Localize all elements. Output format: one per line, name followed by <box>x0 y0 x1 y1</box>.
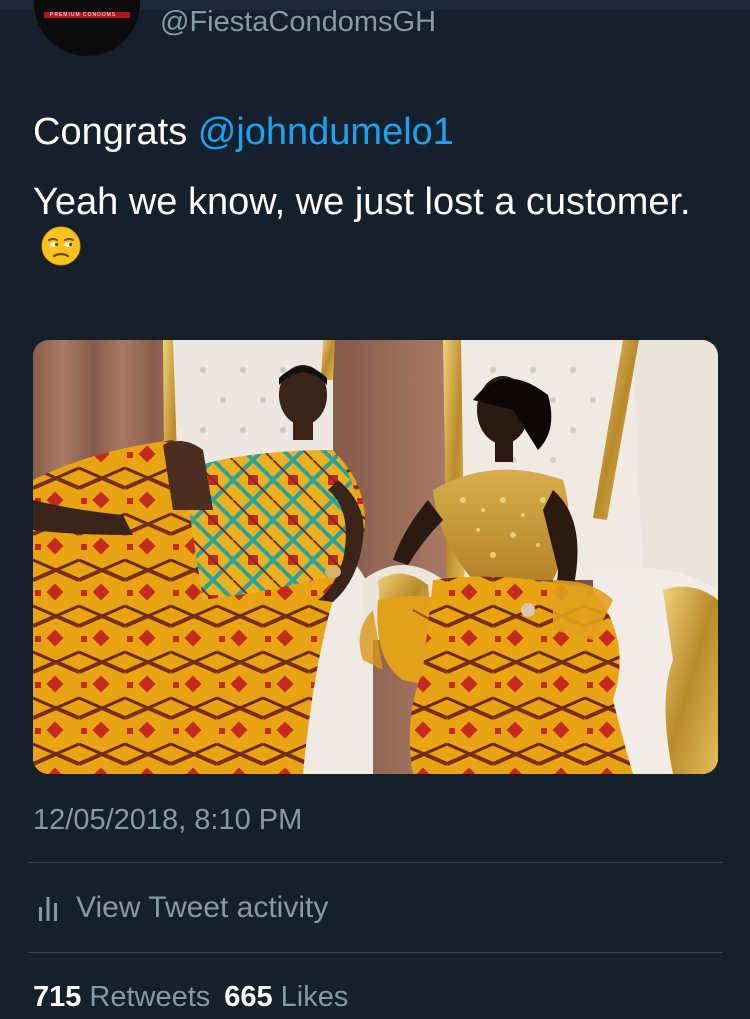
divider <box>28 952 722 953</box>
avatar[interactable]: PREMIUM CONDOMS <box>34 0 140 56</box>
tweet-text: Congrats @johndumelo1 Yeah we know, we j… <box>33 108 723 278</box>
likes-count: 665 <box>224 981 273 1013</box>
divider <box>28 862 722 863</box>
tweet-timestamp: 12/05/2018, 8:10 PM <box>33 804 303 836</box>
wedding-photo-illustration <box>33 340 718 774</box>
retweets-count: 715 <box>33 981 82 1013</box>
tweet-text-line1: Congrats @johndumelo1 <box>33 108 723 156</box>
bar-chart-icon <box>39 897 57 921</box>
retweets-label: Retweets <box>89 981 211 1013</box>
avatar-logo-text: PREMIUM CONDOMS <box>50 12 117 18</box>
view-tweet-activity-label: View Tweet activity <box>76 891 329 924</box>
tweet-text-prefix: Congrats <box>33 111 198 153</box>
unamused-face-emoji <box>41 226 81 278</box>
retweets-stat[interactable]: 715 Retweets <box>33 981 210 1013</box>
likes-label: Likes <box>280 981 349 1013</box>
likes-stat[interactable]: 665 Likes <box>224 981 348 1013</box>
user-handle[interactable]: @FiestaCondomsGH <box>160 5 436 39</box>
tweet-detail-page: PREMIUM CONDOMS @FiestaCondomsGH Congrat… <box>0 0 750 1019</box>
tweet-text-line2: Yeah we know, we just lost a customer. <box>33 178 723 278</box>
tweet-photo[interactable] <box>33 340 718 774</box>
mention-link[interactable]: @johndumelo1 <box>198 111 454 153</box>
tweet-text-body: Yeah we know, we just lost a customer. <box>33 181 691 223</box>
view-tweet-activity-button[interactable]: View Tweet activity <box>38 890 328 926</box>
tweet-stats: 715 Retweets 665 Likes <box>33 978 348 1016</box>
